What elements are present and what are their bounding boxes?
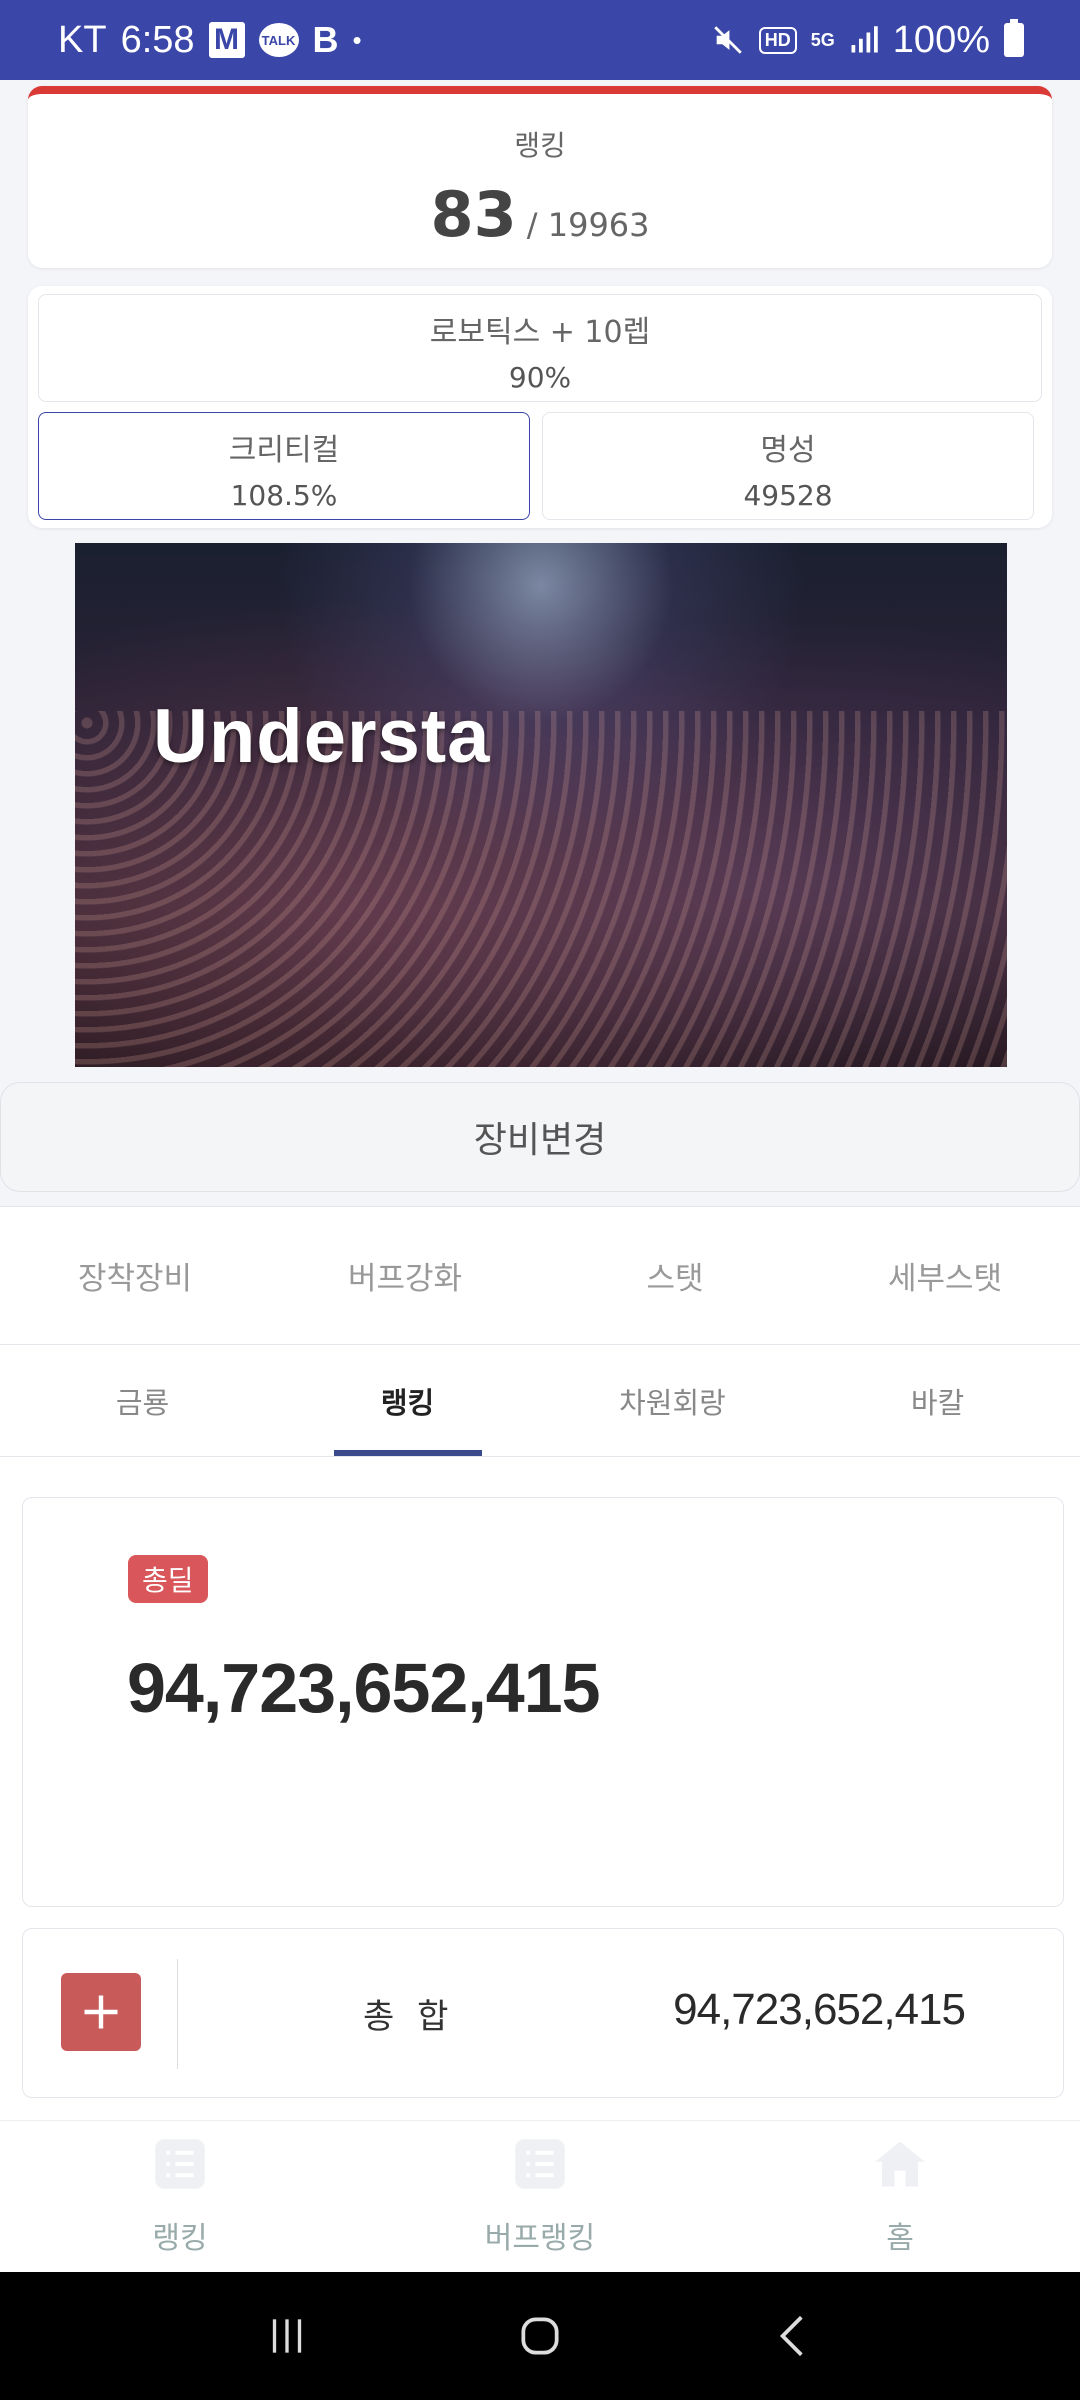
sum-value: 94,723,652,415 — [673, 1985, 966, 2034]
nav-home-label: 홈 — [886, 2220, 914, 2256]
stat-critical[interactable]: 크리티컬 108.5% — [38, 412, 530, 520]
stats-box: 로보틱스 + 10렙 90% 크리티컬 108.5% 명성 49528 — [28, 286, 1052, 528]
add-button[interactable] — [61, 1973, 141, 2051]
stat-robotics-value: 90% — [508, 361, 572, 394]
back-icon[interactable] — [768, 2311, 818, 2361]
network-5g-icon: 5G — [810, 30, 835, 50]
total-damage-card: 총딜 94,723,652,415 — [22, 1497, 1064, 1907]
subtab-dimension-corridor[interactable]: 차원회랑 — [540, 1345, 805, 1456]
subtab-golden-dragon[interactable]: 금룡 — [10, 1345, 275, 1456]
plus-icon — [84, 1995, 118, 2029]
subtab-bakal[interactable]: 바칼 — [805, 1345, 1070, 1456]
gmail-notification-icon: M — [208, 22, 245, 58]
stat-fame[interactable]: 명성 49528 — [542, 412, 1034, 520]
recent-apps-icon[interactable] — [262, 2311, 312, 2361]
more-notifications-dot: • — [352, 24, 362, 55]
subtab-ranking[interactable]: 랭킹 — [275, 1345, 540, 1456]
list-icon — [515, 2138, 565, 2189]
list-icon — [155, 2138, 205, 2189]
nav-buff-ranking-label: 버프랭킹 — [484, 2220, 596, 2256]
stat-fame-label: 명성 — [760, 433, 816, 468]
nav-ranking-label: 랭킹 — [152, 2220, 208, 2256]
ranking-number: 83 — [430, 178, 517, 251]
tab-detailed-stats[interactable]: 세부스탯 — [810, 1207, 1080, 1344]
stat-fame-value: 49528 — [743, 479, 833, 512]
home-button-icon[interactable] — [515, 2311, 565, 2361]
system-navigation-bar — [0, 2272, 1080, 2400]
tab-stats[interactable]: 스탯 — [540, 1207, 810, 1344]
clock: 6:58 — [120, 18, 195, 61]
video-caption: Understa — [153, 694, 491, 779]
nav-home[interactable]: 홈 — [720, 2121, 1080, 2272]
battery-percent: 100% — [892, 18, 990, 61]
main-tabs: 장착장비 버프강화 스탯 세부스탯 — [0, 1207, 1080, 1345]
sum-row: 총 합 94,723,652,415 — [22, 1928, 1064, 2098]
video-ad[interactable]: Understa — [75, 543, 1007, 1067]
sum-divider — [177, 1959, 178, 2069]
sub-tabs: 금룡 랭킹 차원회랑 바칼 — [0, 1345, 1080, 1457]
tab-equipped-gear[interactable]: 장착장비 — [0, 1207, 270, 1344]
home-icon — [875, 2141, 925, 2186]
ranking-card: 랭킹 83 / 19963 — [28, 86, 1052, 268]
stat-critical-label: 크리티컬 — [228, 433, 340, 468]
total-damage-value: 94,723,652,415 — [127, 1649, 601, 1727]
equipment-change-button[interactable]: 장비변경 — [0, 1082, 1080, 1192]
bottom-nav: 랭킹 버프랭킹 홈 — [0, 2120, 1080, 2272]
stat-critical-value: 108.5% — [230, 479, 338, 512]
tab-buff-enhance[interactable]: 버프강화 — [270, 1207, 540, 1344]
ranking-value: 83 / 19963 — [28, 178, 1052, 251]
total-damage-badge: 총딜 — [128, 1555, 208, 1603]
mute-icon — [714, 26, 742, 54]
ranking-label: 랭킹 — [514, 129, 566, 162]
signal-icon — [851, 26, 878, 53]
battery-icon — [1004, 19, 1024, 57]
sum-label: 총 합 — [363, 1997, 455, 2037]
hd-voice-icon: HD — [758, 26, 797, 54]
stat-robotics-label: 로보틱스 + 10렙 — [429, 315, 651, 350]
status-bar: KT 6:58 M TALK B • HD 5G 100% — [0, 0, 1080, 80]
kakaotalk-notification-icon: TALK — [258, 23, 299, 57]
stat-robotics: 로보틱스 + 10렙 90% — [38, 294, 1042, 402]
nav-buff-ranking[interactable]: 버프랭킹 — [360, 2121, 720, 2272]
ranking-total: / 19963 — [526, 206, 650, 244]
nav-ranking[interactable]: 랭킹 — [0, 2121, 360, 2272]
carrier-label: KT — [58, 18, 107, 61]
b-notification-icon: B — [312, 19, 339, 60]
